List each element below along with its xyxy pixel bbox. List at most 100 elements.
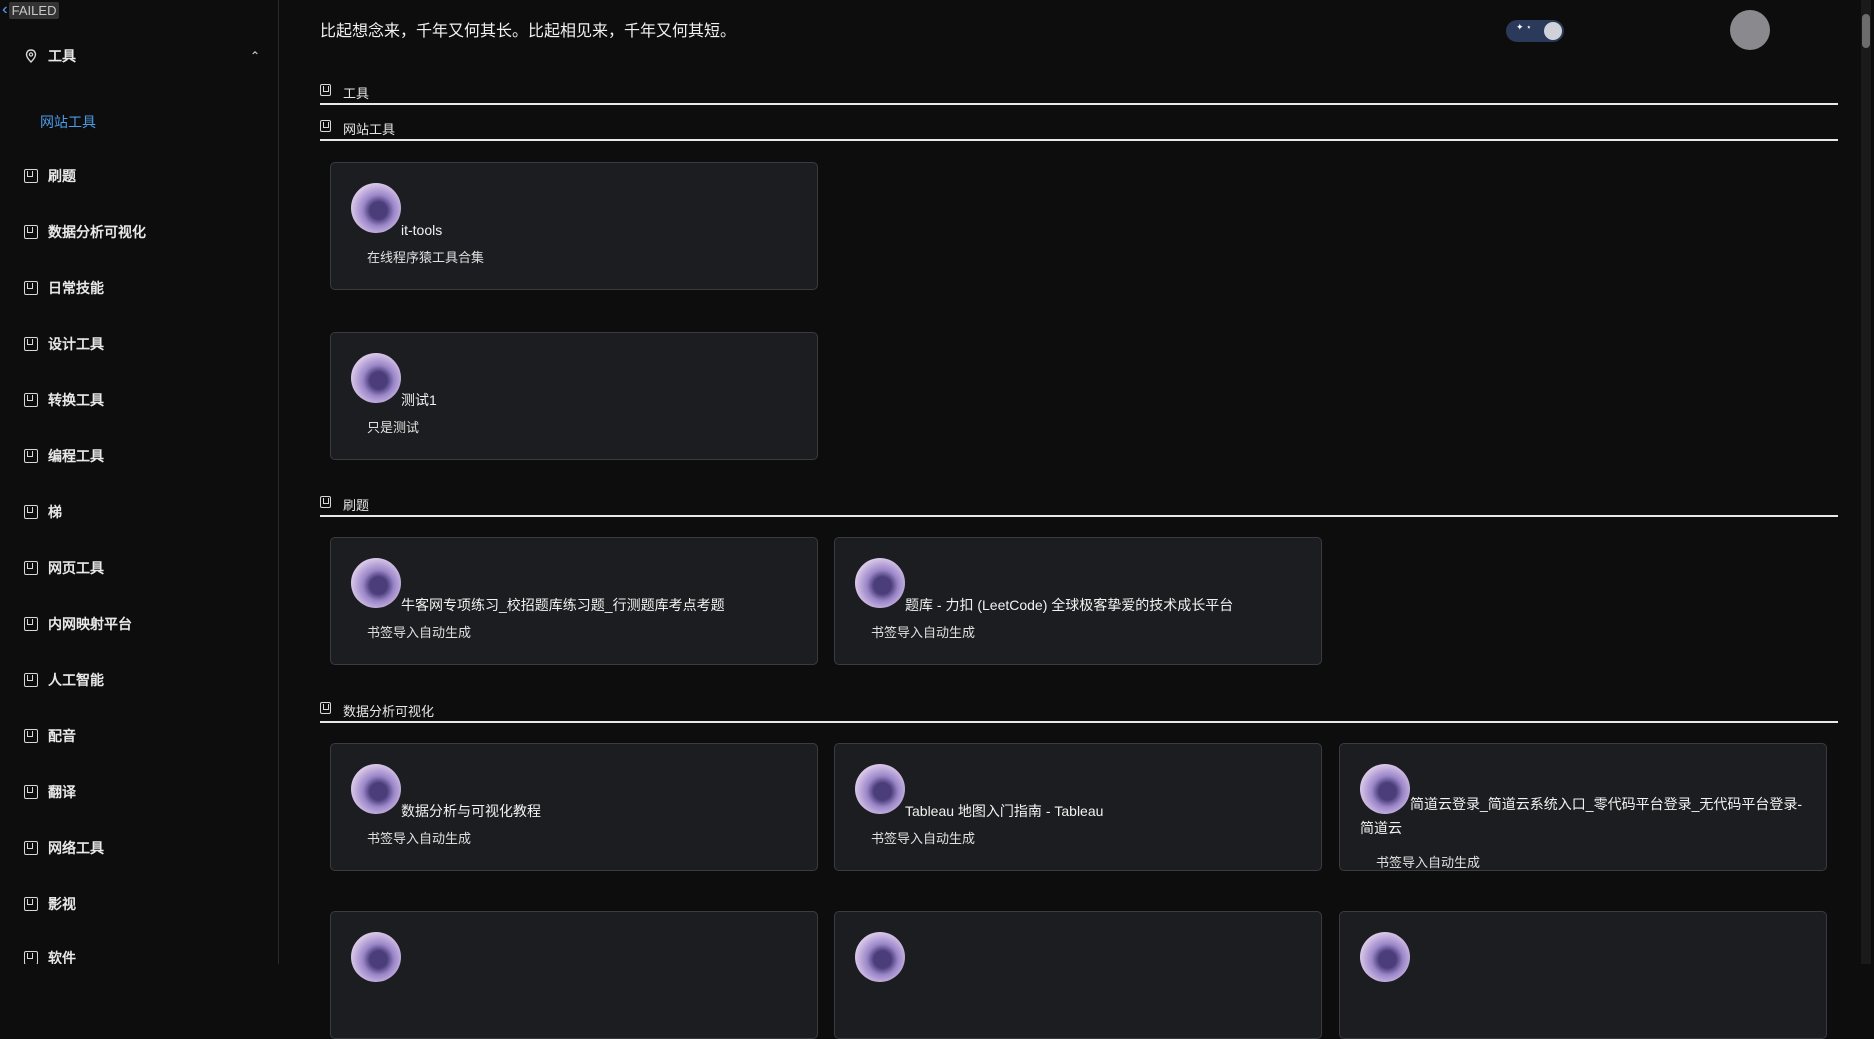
bookmark-icon [24,673,38,687]
sidebar-item-label: 人工智能 [48,672,104,688]
sidebar-item-ladder[interactable]: 梯 [24,501,260,523]
bookmark-description: 书签导入自动生成 [871,831,976,846]
bookmark-icon [24,841,38,855]
moon-icon [1544,22,1562,40]
sidebar-item-intranet[interactable]: 内网映射平台 [24,613,260,635]
page-scrollbar[interactable] [1861,0,1871,964]
sidebar-item-label: 刷题 [48,168,76,184]
bookmark-icon [24,281,38,295]
sidebar-item-ai[interactable]: 人工智能 [24,669,260,691]
sidebar-subitem-website-tools[interactable]: 网站工具 [40,112,96,132]
sidebar-item-label: 配音 [48,728,76,744]
section-title: 工具 [343,86,370,101]
bookmark-description: 在线程序猿工具合集 [367,250,485,265]
sidebar-item-translate[interactable]: 翻译 [24,781,260,803]
section-header-data-viz: 数据分析可视化 [320,701,1838,723]
bookmark-card[interactable] [330,911,818,1039]
bookmark-card[interactable] [1339,911,1827,1039]
bookmark-title: 数据分析与可视化教程 [401,803,541,819]
sidebar-item-label: 影视 [48,896,76,912]
bookmark-icon [24,449,38,463]
book-icon [320,496,331,508]
scrollbar-thumb[interactable] [1862,14,1870,48]
bookmark-icon [24,617,38,631]
bookmark-icon [24,225,38,239]
bookmark-card[interactable]: 数据分析与可视化教程 书签导入自动生成 [330,743,818,871]
sidebar-item-data-viz[interactable]: 数据分析可视化 [24,221,260,243]
stars-icon: ✦ ⋆ [1516,22,1532,32]
sidebar-item-software[interactable]: 软件 [24,947,260,964]
sidebar-item-tools[interactable]: 工具 ⌃ [24,45,260,67]
collapse-label: FAILED [8,1,60,19]
sidebar-item-label: 梯 [48,504,62,520]
section-title: 数据分析可视化 [343,704,435,719]
bookmark-title: 测试1 [401,392,437,408]
bookmark-title: 简道云登录_简道云系统入口_零代码平台登录_无代码平台登录-简道云 [1360,796,1803,836]
bookmark-icon [24,785,38,799]
sidebar-item-daily-skills[interactable]: 日常技能 [24,277,260,299]
sidebar-item-label: 编程工具 [48,448,104,464]
sidebar-item-coding-tools[interactable]: 编程工具 [24,445,260,467]
sidebar-item-label: 转换工具 [48,392,104,408]
bookmark-icon [24,169,38,183]
bookmark-icon [24,729,38,743]
bookmark-icon [24,337,38,351]
location-pin-icon [25,49,37,63]
bookmark-icon [24,561,38,575]
sidebar-item-dubbing[interactable]: 配音 [24,725,260,747]
bookmark-description: 只是测试 [367,420,420,435]
bookmark-thumbnail [351,932,401,982]
bookmark-title: 牛客网专项练习_校招题库练习题_行测题库考点考题 [401,597,725,613]
bookmark-card[interactable]: Tableau 地图入门指南 - Tableau 书签导入自动生成 [834,743,1322,871]
book-icon [320,702,331,714]
bookmark-icon [24,951,38,964]
bookmark-icon [24,505,38,519]
bookmark-card[interactable]: 题库 - 力扣 (LeetCode) 全球极客挚爱的技术成长平台 书签导入自动生… [834,537,1322,665]
bookmark-description: 书签导入自动生成 [1376,855,1481,870]
avatar[interactable] [1730,10,1770,50]
bookmark-description: 书签导入自动生成 [871,625,976,640]
bookmark-card[interactable]: 牛客网专项练习_校招题库练习题_行测题库考点考题 书签导入自动生成 [330,537,818,665]
bookmark-icon [24,393,38,407]
bookmark-thumbnail [351,353,401,403]
bookmark-icon [24,897,38,911]
sidebar-item-label: 翻译 [48,784,76,800]
section-title: 网站工具 [343,122,396,137]
bookmark-card[interactable]: 测试1 只是测试 [330,332,818,460]
sidebar-item-label: 数据分析可视化 [48,224,146,240]
bookmark-title: it-tools [401,222,443,238]
sidebar-item-label: 工具 [48,48,76,64]
bookmark-card[interactable]: 简道云登录_简道云系统入口_零代码平台登录_无代码平台登录-简道云 书签导入自动… [1339,743,1827,871]
bookmark-thumbnail [855,558,905,608]
sidebar-item-label: 内网映射平台 [48,616,132,632]
sidebar-item-label: 设计工具 [48,336,104,352]
bookmark-thumbnail [855,764,905,814]
section-header-shuati: 刷题 [320,495,1838,517]
collapse-sidebar-button[interactable]: ‹‹ FAILED [2,1,60,19]
sidebar-item-label: 日常技能 [48,280,104,296]
bookmark-thumbnail [351,183,401,233]
theme-toggle[interactable]: ✦ ⋆ [1506,20,1564,42]
section-header-tools: 工具 [320,83,1838,105]
sidebar-item-label: 软件 [48,950,76,964]
sidebar-item-network-tools[interactable]: 网络工具 [24,837,260,859]
bookmark-description: 书签导入自动生成 [367,831,472,846]
sidebar: ‹‹ FAILED 工具 ⌃ 网站工具 刷题 数据分析可视化 日常技能 设计工具… [0,0,279,964]
sidebar-item-video[interactable]: 影视 [24,893,260,915]
sidebar-item-label: 网络工具 [48,840,104,856]
bookmark-card[interactable] [834,911,1322,1039]
double-chevron-left-icon: ‹‹ [2,1,6,18]
book-icon [320,120,331,132]
sidebar-item-convert-tools[interactable]: 转换工具 [24,389,260,411]
bookmark-title: Tableau 地图入门指南 - Tableau [905,803,1104,819]
main-content: 比起想念来，千年又何其长。比起相见来，千年又何其短。 ✦ ⋆ 工具 网站工具 i… [278,0,1874,1039]
section-title: 刷题 [343,498,370,513]
bookmark-description: 书签导入自动生成 [367,625,472,640]
bookmark-thumbnail [351,558,401,608]
bookmark-title: 题库 - 力扣 (LeetCode) 全球极客挚爱的技术成长平台 [905,597,1234,613]
bookmark-card[interactable]: it-tools 在线程序猿工具合集 [330,162,818,290]
bookmark-thumbnail [855,932,905,982]
sidebar-item-design-tools[interactable]: 设计工具 [24,333,260,355]
sidebar-item-shuati[interactable]: 刷题 [24,165,260,187]
sidebar-item-web-tools[interactable]: 网页工具 [24,557,260,579]
